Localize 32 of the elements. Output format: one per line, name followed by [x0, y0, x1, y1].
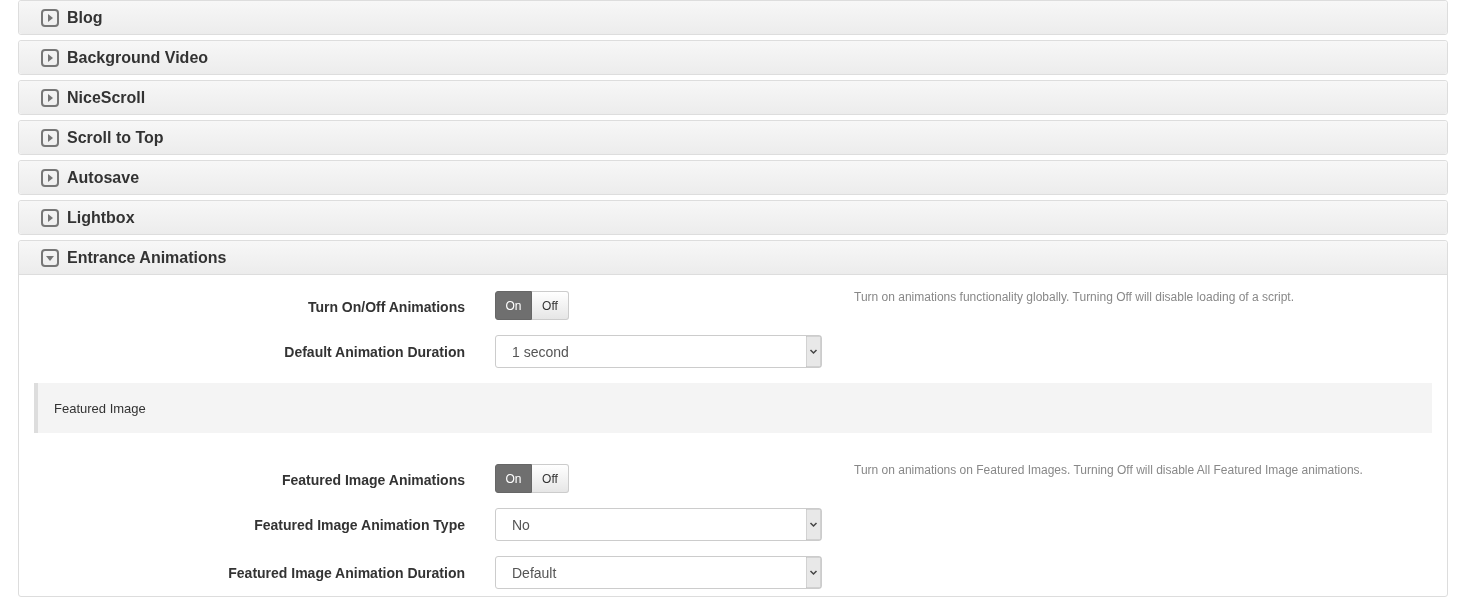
- accordion-header[interactable]: Lightbox: [19, 201, 1447, 234]
- play-icon: [41, 8, 59, 27]
- play-icon: [41, 48, 59, 67]
- accordion-header[interactable]: NiceScroll: [19, 81, 1447, 114]
- accordion-header[interactable]: Autosave: [19, 161, 1447, 194]
- chevron-down-icon[interactable]: [806, 336, 821, 367]
- accordion-header[interactable]: Entrance Animations: [19, 241, 1447, 275]
- setting-label: Featured Image Animations: [280, 472, 465, 488]
- play-icon: [41, 168, 59, 187]
- accordion-header[interactable]: Background Video: [19, 41, 1447, 74]
- chevron-down-icon[interactable]: [806, 509, 821, 540]
- chevron-down-icon[interactable]: [806, 557, 821, 588]
- setting-description: Turn on animations on Featured Images. Turning Off will disable All Featured Image animations.: [853, 463, 1364, 477]
- play-icon: [41, 88, 59, 107]
- toggle-option-button[interactable]: On: [495, 464, 532, 493]
- setting-label: Featured Image Animation Duration: [227, 565, 465, 581]
- dropdown-select[interactable]: 1 second: [495, 335, 822, 368]
- dropdown-select[interactable]: Default: [495, 556, 822, 589]
- dropdown-select[interactable]: No: [495, 508, 822, 541]
- setting-label: Featured Image Animation Type: [253, 517, 465, 533]
- setting-description: Turn on animations functionality globally. Turning Off will disable loading of a script.: [853, 290, 1295, 304]
- accordion-header[interactable]: Scroll to Top: [19, 121, 1447, 154]
- setting-label: Default Animation Duration: [283, 344, 465, 360]
- toggle-option-button[interactable]: Off: [532, 291, 569, 320]
- play-icon: [41, 128, 59, 147]
- caret-down-icon: [41, 248, 59, 267]
- toggle-option-button[interactable]: On: [495, 291, 532, 320]
- play-icon: [41, 208, 59, 227]
- subsection-heading: Featured Image: [34, 383, 1432, 433]
- toggle-option-button[interactable]: Off: [532, 464, 569, 493]
- accordion-header[interactable]: Blog: [19, 1, 1447, 34]
- setting-label: Turn On/Off Animations: [306, 299, 465, 315]
